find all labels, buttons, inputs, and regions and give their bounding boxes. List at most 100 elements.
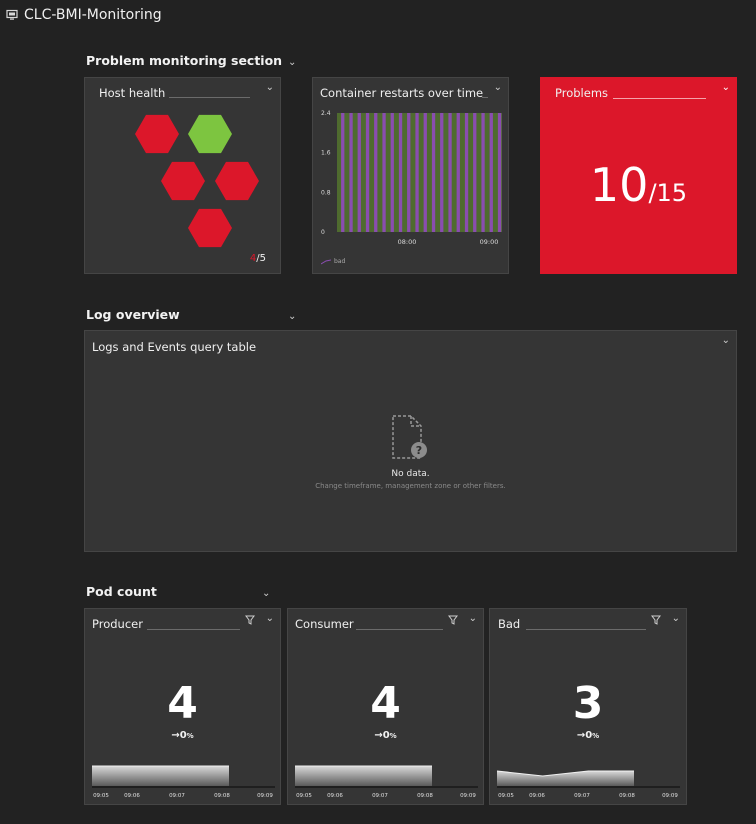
restart-bar[interactable] <box>464 113 469 232</box>
legend-label: bad <box>334 258 346 265</box>
x-tick-label: 09:06 <box>529 793 545 799</box>
host-count: 4/5 <box>250 253 266 264</box>
pod-area <box>92 766 229 786</box>
x-tick-label: 09:05 <box>498 793 514 799</box>
host-hexagon-red[interactable] <box>188 208 232 248</box>
tile-title: Problems <box>555 86 609 100</box>
restart-bar[interactable] <box>448 113 452 232</box>
restart-bar[interactable] <box>431 113 436 232</box>
restart-bar[interactable] <box>374 113 378 232</box>
restart-bar[interactable] <box>489 113 493 232</box>
tile-pod-producer[interactable]: Producer ⌄ 4 →0% 09:05 09:06 09:07 09:08 09:… <box>84 608 281 805</box>
legend-line-icon <box>321 259 331 264</box>
restart-bar[interactable] <box>481 113 485 232</box>
y-tick-label: 0.8 <box>321 189 331 196</box>
tile-menu-chevron-icon[interactable]: ⌄ <box>722 82 730 93</box>
host-hexagon-red[interactable] <box>215 161 259 201</box>
restart-bar[interactable] <box>349 113 353 232</box>
filter-icon[interactable] <box>448 615 458 625</box>
x-tick-label: 09:09 <box>257 793 273 799</box>
pod-count-value: 4 <box>167 678 198 729</box>
x-tick-label: 09:09 <box>460 793 476 799</box>
restart-bar[interactable] <box>357 113 361 232</box>
x-tick-label: 09:06 <box>327 793 343 799</box>
pod-sparkline-chart: 09:05 09:06 09:07 09:08 09:09 <box>92 765 275 799</box>
host-hexagon-red[interactable] <box>161 161 205 201</box>
trend-value: →0 <box>171 730 187 741</box>
pod-sparkline-chart: 09:05 09:06 09:07 09:08 09:09 <box>295 765 478 799</box>
trend-unit: % <box>592 732 600 740</box>
monitor-icon <box>6 9 18 20</box>
tile-problems[interactable]: Problems ⌄ 10/15 <box>540 77 737 274</box>
host-hexagon-red[interactable] <box>135 114 179 154</box>
pod-count-value: 4 <box>370 678 401 729</box>
x-tick-label: 09:07 <box>574 793 590 799</box>
trend-unit: % <box>186 732 194 740</box>
restart-bar[interactable] <box>415 113 419 232</box>
tile-title: Producer <box>92 617 143 631</box>
tile-menu-chevron-icon[interactable]: ⌄ <box>672 613 680 624</box>
host-count-total: /5 <box>256 253 266 264</box>
trend-indicator: →0% <box>490 730 686 741</box>
title-underline <box>356 629 443 630</box>
x-tick-label: 09:05 <box>93 793 109 799</box>
restart-bar[interactable] <box>440 113 444 232</box>
app-header: CLC-BMI-Monitoring <box>6 5 162 25</box>
tile-pod-bad[interactable]: Bad ⌄ 3 →0% 09:05 09:06 09:07 09:08 09:09 <box>489 608 687 805</box>
x-tick-label: 09:07 <box>372 793 388 799</box>
tile-menu-chevron-icon[interactable]: ⌄ <box>266 613 274 624</box>
restart-bar[interactable] <box>341 113 345 232</box>
x-tick-label: 09:06 <box>124 793 140 799</box>
section-collapse-icon[interactable]: ⌄ <box>288 57 296 68</box>
svg-text:?: ? <box>416 444 422 457</box>
restart-bar[interactable] <box>456 113 460 232</box>
x-tick-label: 09:00 <box>480 238 499 246</box>
pod-area <box>295 766 432 786</box>
restart-bar[interactable] <box>365 113 370 232</box>
problems-count-value: 10 <box>589 158 649 212</box>
y-tick-label: 1.6 <box>321 150 331 157</box>
trend-indicator: →0% <box>288 730 483 741</box>
y-tick-label: 0 <box>321 229 325 236</box>
title-underline <box>147 629 240 630</box>
restart-bar[interactable] <box>382 113 386 232</box>
tile-container-restarts[interactable]: Container restarts over time ⌄ 2.4 1.6 0.8… <box>312 77 509 274</box>
host-hexagon-green[interactable] <box>188 114 232 154</box>
tile-pod-consumer[interactable]: Consumer ⌄ 4 →0% 09:05 09:06 09:07 09:08 09:… <box>287 608 484 805</box>
restart-bar[interactable] <box>497 113 502 232</box>
x-tick-label: 08:00 <box>398 238 417 246</box>
no-data-file-icon: ? <box>392 415 427 459</box>
x-tick-label: 09:05 <box>296 793 312 799</box>
restart-bar[interactable] <box>473 113 477 232</box>
host-hexagons <box>135 114 259 248</box>
tile-menu-chevron-icon[interactable]: ⌄ <box>722 335 730 346</box>
x-tick-label: 09:09 <box>662 793 678 799</box>
no-data-hint: Change timeframe, management zone or oth… <box>315 482 506 490</box>
filter-icon[interactable] <box>651 615 661 625</box>
restart-bar[interactable] <box>398 113 403 232</box>
chart-legend: bad <box>321 258 345 265</box>
tile-title: Consumer <box>295 617 354 631</box>
x-tick-label: 09:08 <box>214 793 230 799</box>
restart-bar[interactable] <box>390 113 394 232</box>
tile-host-health[interactable]: Host health ⌄ 4/5 <box>84 77 281 274</box>
plot-background <box>337 113 502 232</box>
trend-value: →0 <box>374 730 390 741</box>
restart-bar[interactable] <box>407 113 411 232</box>
x-tick-label: 09:08 <box>417 793 433 799</box>
tile-menu-chevron-icon[interactable]: ⌄ <box>469 613 477 624</box>
trend-value: →0 <box>576 730 593 741</box>
y-tick-label: 2.4 <box>321 110 331 117</box>
section-title-pod-count: Pod count <box>86 584 157 599</box>
pod-count-value: 3 <box>572 678 604 729</box>
filter-icon[interactable] <box>245 615 255 625</box>
pod-sparkline-chart: 09:05 09:06 09:07 09:08 09:09 <box>496 770 680 799</box>
title-underline <box>526 629 646 630</box>
section-title-log-overview: Log overview <box>86 307 180 322</box>
section-collapse-icon[interactable]: ⌄ <box>262 588 270 599</box>
app-title: CLC-BMI-Monitoring <box>24 7 162 23</box>
restart-bar[interactable] <box>423 113 427 232</box>
tile-logs-events[interactable]: Logs and Events query table ⌄ ? No data.… <box>84 330 737 552</box>
container-restarts-chart[interactable]: 2.4 1.6 0.8 0 08:00 09:00 <box>313 78 510 275</box>
section-collapse-icon[interactable]: ⌄ <box>288 311 296 322</box>
